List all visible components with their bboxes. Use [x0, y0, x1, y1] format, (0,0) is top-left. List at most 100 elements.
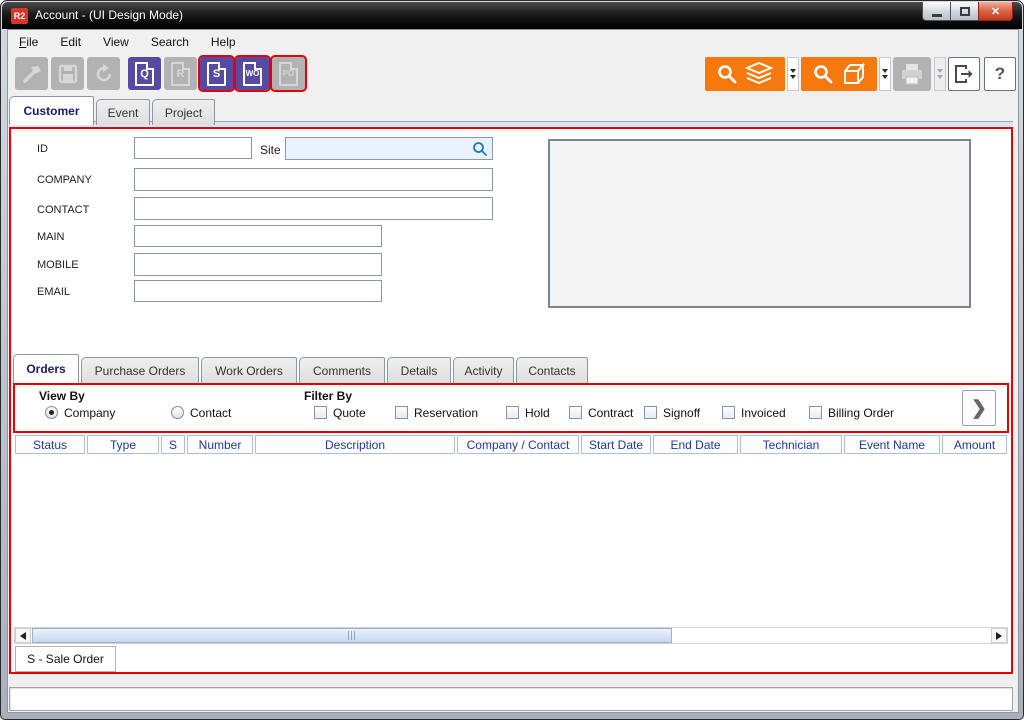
- checkbox-billing-order-label[interactable]: Billing Order: [828, 406, 894, 420]
- window-title: Account - (UI Design Mode): [35, 8, 183, 22]
- design-tool-button: [15, 57, 48, 90]
- col-start-date[interactable]: Start Date: [581, 435, 651, 454]
- tab-work-orders[interactable]: Work Orders: [201, 357, 297, 383]
- menu-search[interactable]: Search: [140, 33, 200, 51]
- reservation-doc-icon: R: [171, 62, 190, 86]
- save-button: [51, 57, 84, 90]
- close-icon: ✕: [991, 5, 1000, 18]
- checkbox-contract-label[interactable]: Contract: [588, 406, 633, 420]
- contact-label: CONTACT: [37, 204, 89, 216]
- reservation-doc-button: R: [164, 57, 197, 90]
- work-order-doc-button[interactable]: WO: [236, 57, 269, 90]
- menu-help[interactable]: Help: [200, 33, 247, 51]
- printer-icon: [900, 63, 924, 85]
- minimize-button[interactable]: [922, 2, 951, 21]
- radio-company-label[interactable]: Company: [64, 406, 115, 420]
- col-technician[interactable]: Technician: [740, 435, 842, 454]
- purchase-order-doc-icon: PO: [279, 62, 298, 86]
- radio-company[interactable]: [45, 406, 58, 419]
- horizontal-scrollbar[interactable]: [14, 627, 1008, 644]
- company-input[interactable]: [134, 168, 493, 191]
- menu-edit[interactable]: Edit: [49, 33, 92, 51]
- arrow-right-icon: [996, 632, 1002, 640]
- tab-comments[interactable]: Comments: [299, 357, 385, 383]
- main-label: MAIN: [37, 231, 65, 243]
- chevron-right-icon: ❯: [971, 397, 987, 420]
- chevron-down-icon: [882, 75, 888, 79]
- col-amount[interactable]: Amount: [942, 435, 1007, 454]
- checkbox-signoff[interactable]: [644, 406, 657, 419]
- col-description[interactable]: Description: [255, 435, 455, 454]
- id-input[interactable]: [134, 137, 252, 159]
- tab-customer[interactable]: Customer: [9, 96, 94, 125]
- search-accounts-button[interactable]: [705, 57, 785, 91]
- customer-image-box: [548, 139, 971, 308]
- maximize-button[interactable]: [950, 2, 979, 21]
- checkbox-billing-order[interactable]: [809, 406, 822, 419]
- view-by-label: View By: [39, 389, 85, 403]
- col-event-name[interactable]: Event Name: [844, 435, 940, 454]
- search-accounts-dropdown[interactable]: [787, 57, 799, 91]
- contact-input[interactable]: [134, 197, 493, 220]
- menu-view[interactable]: View: [92, 33, 140, 51]
- quote-doc-icon: Q: [135, 62, 154, 86]
- search-icon: [813, 64, 834, 85]
- site-input[interactable]: [285, 137, 493, 160]
- chevron-down-icon: [882, 69, 888, 73]
- expand-filters-button[interactable]: ❯: [962, 390, 996, 426]
- chevron-down-icon: [937, 75, 943, 79]
- site-label: Site: [260, 143, 281, 157]
- refresh-icon: [93, 63, 115, 85]
- maximize-icon: [960, 7, 970, 16]
- tab-orders[interactable]: Orders: [13, 354, 79, 383]
- email-label: EMAIL: [37, 286, 70, 298]
- tab-project[interactable]: Project: [152, 99, 215, 125]
- checkbox-reservation[interactable]: [395, 406, 408, 419]
- help-button[interactable]: ?: [984, 57, 1016, 91]
- col-status[interactable]: Status: [15, 435, 85, 454]
- col-number[interactable]: Number: [187, 435, 253, 454]
- col-company-contact[interactable]: Company / Contact: [457, 435, 579, 454]
- tab-activity[interactable]: Activity: [453, 357, 514, 383]
- exit-button[interactable]: [948, 57, 980, 91]
- search-items-button[interactable]: [801, 57, 877, 91]
- checkbox-quote[interactable]: [314, 406, 327, 419]
- grip-icon: [348, 631, 356, 640]
- tab-purchase-orders[interactable]: Purchase Orders: [81, 357, 199, 383]
- checkbox-hold-label[interactable]: Hold: [525, 406, 550, 420]
- main-input[interactable]: [134, 225, 382, 247]
- checkbox-reservation-label[interactable]: Reservation: [414, 406, 478, 420]
- title-bar: R2 Account - (UI Design Mode) ✕: [2, 2, 1022, 29]
- radio-contact[interactable]: [171, 406, 184, 419]
- app-window: R2 Account - (UI Design Mode) ✕ File Edi…: [0, 0, 1024, 720]
- mobile-input[interactable]: [134, 253, 382, 276]
- radio-contact-label[interactable]: Contact: [190, 406, 231, 420]
- tab-details[interactable]: Details: [387, 357, 451, 383]
- search-items-dropdown[interactable]: [879, 57, 891, 91]
- package-box-icon: [841, 62, 866, 87]
- col-end-date[interactable]: End Date: [653, 435, 738, 454]
- checkbox-quote-label[interactable]: Quote: [333, 406, 366, 420]
- col-s[interactable]: S: [161, 435, 185, 454]
- tab-contacts[interactable]: Contacts: [516, 357, 588, 383]
- checkbox-invoiced[interactable]: [722, 406, 735, 419]
- scroll-left-button[interactable]: [15, 628, 31, 643]
- close-button[interactable]: ✕: [978, 2, 1013, 21]
- checkbox-hold[interactable]: [506, 406, 519, 419]
- checkbox-signoff-label[interactable]: Signoff: [663, 406, 700, 420]
- legend-sale-order: S - Sale Order: [15, 646, 116, 672]
- scroll-right-button[interactable]: [991, 628, 1007, 643]
- app-logo-icon: R2: [11, 8, 28, 24]
- menu-file[interactable]: File: [8, 33, 49, 51]
- scrollbar-thumb[interactable]: [32, 628, 672, 643]
- email-input[interactable]: [134, 280, 382, 302]
- arrow-left-icon: [20, 632, 26, 640]
- id-label: ID: [37, 143, 48, 155]
- col-type[interactable]: Type: [87, 435, 159, 454]
- quote-doc-button[interactable]: Q: [128, 57, 161, 90]
- checkbox-contract[interactable]: [569, 406, 582, 419]
- checkbox-invoiced-label[interactable]: Invoiced: [741, 406, 786, 420]
- orders-table-header: Status Type S Number Description Company…: [15, 435, 1007, 454]
- tab-event[interactable]: Event: [96, 99, 150, 125]
- sale-order-doc-button[interactable]: S: [200, 57, 233, 90]
